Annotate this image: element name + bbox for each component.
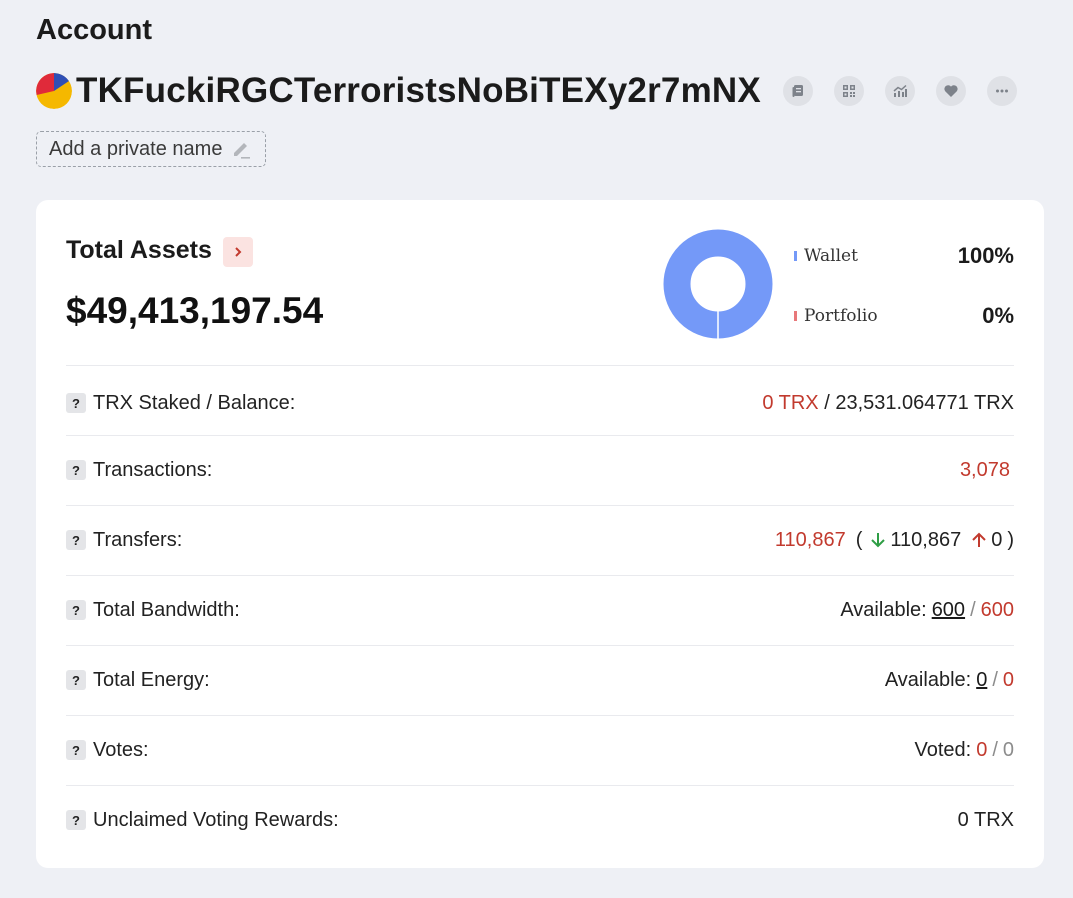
voted-value: 0 bbox=[976, 738, 988, 761]
total-assets-value: $49,413,197.54 bbox=[66, 290, 324, 331]
edit-pencil-icon bbox=[234, 143, 251, 159]
available-label: Available: bbox=[840, 598, 927, 621]
help-icon[interactable]: ? bbox=[66, 393, 86, 413]
wallet-swatch bbox=[794, 251, 797, 261]
paren-close: ) bbox=[1007, 528, 1014, 551]
trx-balance-row: ? TRX Staked / Balance: 0 TRX / 23,531.0… bbox=[66, 388, 1014, 418]
help-icon[interactable]: ? bbox=[66, 740, 86, 760]
help-icon[interactable]: ? bbox=[66, 530, 86, 550]
row-label: Total Energy: bbox=[93, 668, 210, 691]
divider bbox=[66, 505, 1014, 506]
help-icon[interactable]: ? bbox=[66, 600, 86, 620]
transfers-in-value: 110,867 bbox=[890, 528, 962, 551]
unclaimed-rewards-value: 0 TRX bbox=[957, 808, 1014, 831]
account-avatar bbox=[36, 73, 72, 109]
portfolio-swatch bbox=[794, 311, 797, 321]
transactions-count-link[interactable]: 3,078 bbox=[960, 459, 1010, 482]
separator: / bbox=[970, 598, 976, 621]
bandwidth-row: ? Total Bandwidth: Available: 600 / 600 bbox=[66, 595, 1014, 625]
voted-label: Voted: bbox=[914, 738, 972, 761]
more-options-button[interactable] bbox=[986, 76, 1017, 106]
available-label: Available: bbox=[884, 668, 972, 691]
copy-icon bbox=[792, 85, 803, 97]
more-icon bbox=[995, 89, 1008, 93]
bandwidth-total-value: 600 bbox=[980, 598, 1014, 621]
energy-available-value[interactable]: 0 bbox=[976, 669, 987, 692]
divider bbox=[66, 435, 1014, 436]
trx-staked-value: 0 TRX bbox=[762, 391, 819, 414]
transfers-count-link[interactable]: 110,867 bbox=[775, 529, 846, 552]
divider bbox=[66, 785, 1014, 786]
divider bbox=[66, 715, 1014, 716]
assets-donut-chart bbox=[663, 229, 773, 339]
legend-portfolio: Portfolio 0% bbox=[794, 303, 1014, 328]
row-label: TRX Staked / Balance: bbox=[93, 391, 296, 414]
bandwidth-available-value[interactable]: 600 bbox=[932, 599, 965, 622]
row-label: Transfers: bbox=[93, 528, 183, 551]
legend-wallet: Wallet 100% bbox=[794, 243, 1014, 268]
help-icon[interactable]: ? bbox=[66, 460, 86, 480]
total-assets-details-button[interactable] bbox=[223, 237, 253, 267]
transfers-row: ? Transfers: 110,867 ( 110,867 0 ) bbox=[66, 525, 1014, 555]
row-label: Total Bandwidth: bbox=[93, 598, 240, 621]
energy-row: ? Total Energy: Available: 0 / 0 bbox=[66, 665, 1014, 695]
separator: / bbox=[992, 738, 998, 761]
row-label: Votes: bbox=[93, 738, 149, 761]
page-title: Account bbox=[36, 14, 152, 46]
separator: / bbox=[992, 668, 998, 691]
add-private-name-button[interactable]: Add a private name bbox=[36, 131, 266, 167]
legend-label: Portfolio bbox=[804, 306, 878, 326]
trx-balance-value: 23,531.064771 TRX bbox=[835, 391, 1014, 414]
arrow-down-icon bbox=[871, 533, 886, 548]
legend-label: Wallet bbox=[804, 246, 858, 266]
divider bbox=[66, 645, 1014, 646]
row-label: Unclaimed Voting Rewards: bbox=[93, 808, 339, 831]
arrow-up-icon bbox=[972, 532, 986, 547]
legend-percent: 100% bbox=[957, 243, 1014, 268]
private-name-label: Add a private name bbox=[49, 137, 223, 160]
chevron-right-icon bbox=[235, 247, 242, 257]
separator: / bbox=[818, 391, 836, 414]
divider bbox=[66, 575, 1014, 576]
votes-row: ? Votes: Voted: 0 / 0 bbox=[66, 735, 1014, 765]
qr-code-button[interactable] bbox=[833, 76, 864, 106]
help-icon[interactable]: ? bbox=[66, 810, 86, 830]
transactions-row: ? Transactions: 3,078 bbox=[66, 455, 1014, 485]
total-assets-title: Total Assets bbox=[66, 236, 212, 264]
qr-code-icon bbox=[842, 85, 855, 97]
legend-percent: 0% bbox=[982, 303, 1014, 328]
energy-total-value: 0 bbox=[1002, 668, 1014, 691]
transfers-out-value: 0 bbox=[991, 528, 1003, 551]
copy-button[interactable] bbox=[782, 76, 813, 106]
assets-card: Total Assets $49,413,197.54 Wallet 100% … bbox=[36, 200, 1044, 868]
address-row: TKFuckiRGCTerroristsNoBiTEXy2r7mNX bbox=[36, 70, 1017, 112]
row-label: Transactions: bbox=[93, 458, 213, 481]
divider bbox=[66, 365, 1014, 366]
account-address[interactable]: TKFuckiRGCTerroristsNoBiTEXy2r7mNX bbox=[76, 71, 761, 111]
unclaimed-rewards-row: ? Unclaimed Voting Rewards: 0 TRX bbox=[66, 805, 1014, 835]
votes-total-value: 0 bbox=[1002, 738, 1014, 761]
paren-open: ( bbox=[855, 528, 863, 551]
analytics-button[interactable] bbox=[884, 76, 915, 106]
favorite-button[interactable] bbox=[935, 76, 966, 106]
heart-icon bbox=[944, 85, 958, 97]
help-icon[interactable]: ? bbox=[66, 670, 86, 690]
chart-icon bbox=[893, 84, 907, 97]
